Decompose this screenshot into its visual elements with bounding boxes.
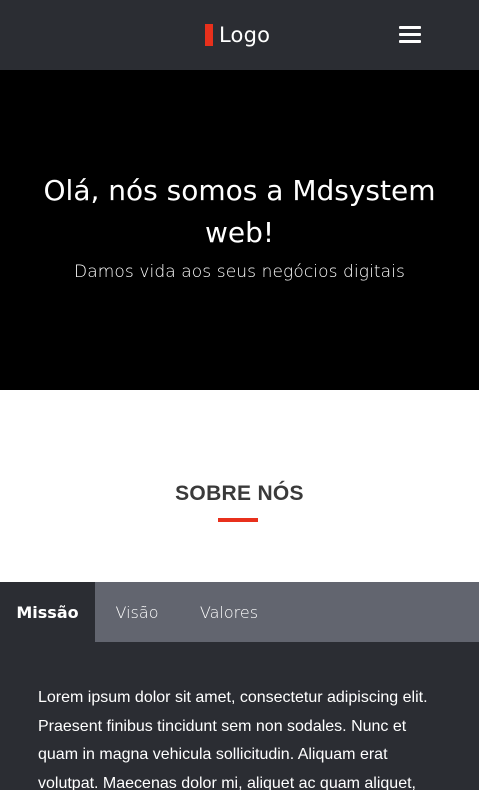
hero-title: Olá, nós somos a Mdsystem web!	[43, 174, 436, 249]
tab-content-text: Lorem ipsum dolor sit amet, consectetur …	[38, 689, 428, 790]
about-section: SOBRE NÓS	[0, 390, 479, 582]
hero-subtitle: Damos vida aos seus negócios digitais	[74, 262, 405, 282]
logo-text: Logo	[219, 23, 271, 47]
title-underline	[218, 518, 258, 522]
tab-missao[interactable]: Missão	[0, 582, 95, 642]
navbar: Logo	[0, 0, 479, 70]
tab-content: Lorem ipsum dolor sit amet, consectetur …	[0, 642, 479, 790]
logo-mark	[205, 24, 213, 46]
hero-section: Olá, nós somos a Mdsystem web! Damos vid…	[0, 70, 479, 390]
logo[interactable]: Logo	[205, 22, 270, 48]
tab-bar: Missão Visão Valores	[0, 582, 479, 642]
tab-valores[interactable]: Valores	[179, 582, 279, 642]
about-title: SOBRE NÓS	[175, 482, 304, 505]
tab-visao[interactable]: Visão	[95, 582, 179, 642]
hamburger-menu-icon[interactable]	[395, 23, 425, 47]
